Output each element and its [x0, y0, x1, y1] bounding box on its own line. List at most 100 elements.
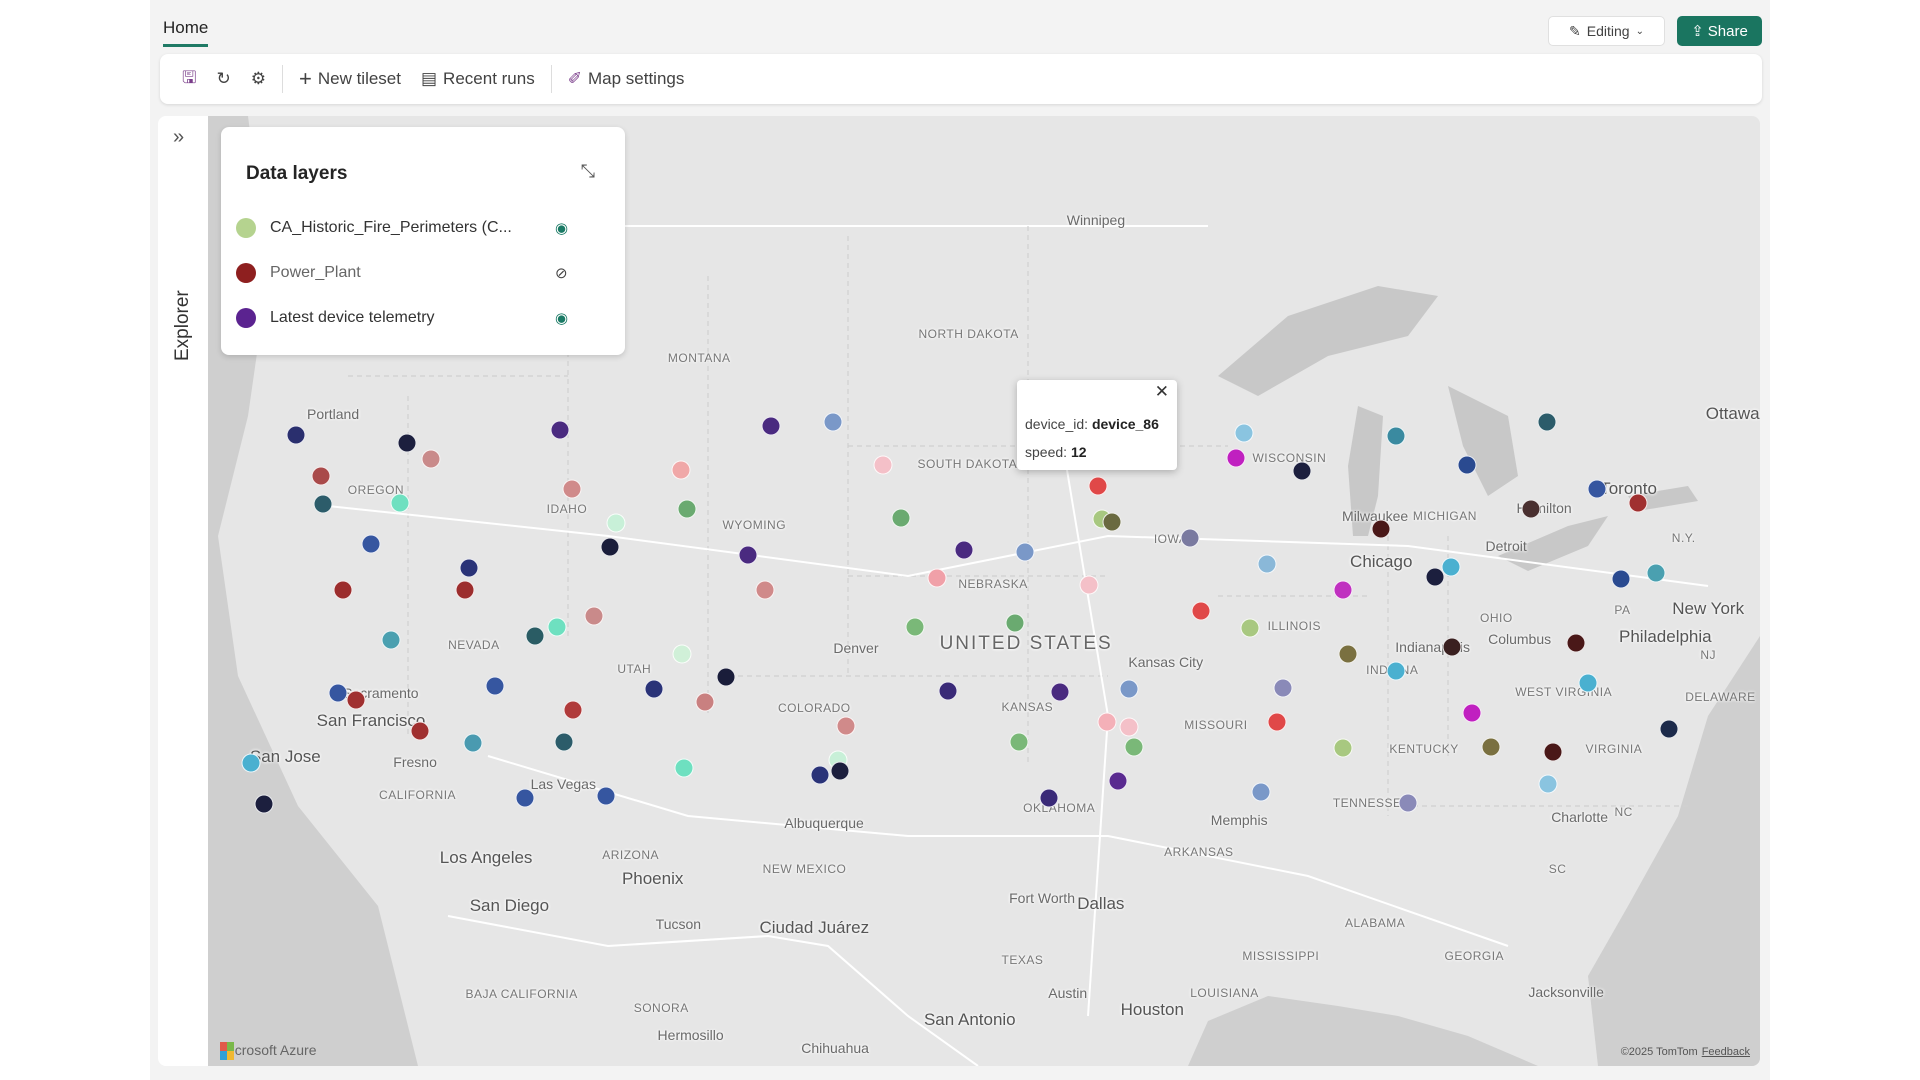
- device-marker[interactable]: [1537, 412, 1557, 432]
- device-marker[interactable]: [547, 617, 567, 637]
- device-marker[interactable]: [562, 479, 582, 499]
- device-marker[interactable]: [563, 700, 583, 720]
- device-marker[interactable]: [421, 449, 441, 469]
- device-marker[interactable]: [1119, 679, 1139, 699]
- device-marker[interactable]: [1240, 618, 1260, 638]
- device-marker[interactable]: [1398, 793, 1418, 813]
- recent-runs-button[interactable]: ▤ Recent runs: [413, 65, 543, 93]
- device-marker[interactable]: [1119, 717, 1139, 737]
- device-marker[interactable]: [1267, 712, 1287, 732]
- device-marker[interactable]: [1257, 554, 1277, 574]
- device-marker[interactable]: [716, 667, 736, 687]
- device-marker[interactable]: [286, 425, 306, 445]
- device-marker[interactable]: [381, 630, 401, 650]
- device-marker[interactable]: [1108, 771, 1128, 791]
- layer-item[interactable]: Power_Plant ⊘: [235, 258, 605, 288]
- device-marker[interactable]: [1442, 637, 1462, 657]
- device-marker[interactable]: [1180, 528, 1200, 548]
- device-marker[interactable]: [254, 794, 274, 814]
- device-marker[interactable]: [674, 758, 694, 778]
- device-marker[interactable]: [1441, 557, 1461, 577]
- device-marker[interactable]: [1538, 774, 1558, 794]
- device-marker[interactable]: [346, 690, 366, 710]
- layer-item[interactable]: Latest device telemetry ◉: [235, 303, 605, 333]
- device-marker[interactable]: [328, 683, 348, 703]
- device-marker[interactable]: [1050, 682, 1070, 702]
- device-marker[interactable]: [606, 513, 626, 533]
- eye-icon[interactable]: ◉: [555, 219, 568, 237]
- device-marker[interactable]: [1371, 519, 1391, 539]
- editing-mode-dropdown[interactable]: ✎ Editing ⌄: [1548, 16, 1665, 46]
- share-button[interactable]: ⇪ Share: [1677, 16, 1762, 46]
- device-marker[interactable]: [554, 732, 574, 752]
- device-marker[interactable]: [1079, 575, 1099, 595]
- feedback-link[interactable]: Feedback: [1702, 1046, 1750, 1058]
- device-marker[interactable]: [1124, 737, 1144, 757]
- device-marker[interactable]: [1338, 644, 1358, 664]
- device-marker[interactable]: [1191, 601, 1211, 621]
- device-marker[interactable]: [1628, 493, 1648, 513]
- device-marker[interactable]: [1333, 738, 1353, 758]
- device-marker[interactable]: [463, 733, 483, 753]
- device-marker[interactable]: [1273, 678, 1293, 698]
- device-marker[interactable]: [1481, 737, 1501, 757]
- device-marker[interactable]: [1333, 580, 1353, 600]
- eye-icon[interactable]: ◉: [555, 309, 568, 327]
- device-marker[interactable]: [1587, 479, 1607, 499]
- device-marker[interactable]: [525, 626, 545, 645]
- device-marker[interactable]: [938, 681, 958, 701]
- eye-off-icon[interactable]: ⊘: [555, 264, 568, 282]
- device-marker[interactable]: [905, 617, 925, 637]
- tab-home[interactable]: Home: [163, 18, 209, 47]
- device-marker[interactable]: [830, 761, 850, 781]
- device-marker[interactable]: [1005, 613, 1025, 633]
- device-marker[interactable]: [410, 721, 430, 741]
- device-marker[interactable]: [761, 416, 781, 436]
- device-marker[interactable]: [823, 412, 843, 432]
- new-tileset-button[interactable]: + New tileset: [291, 62, 409, 96]
- device-marker[interactable]: [891, 508, 911, 528]
- collapse-icon[interactable]: ⤡: [581, 161, 595, 182]
- close-icon[interactable]: ✕: [1155, 382, 1169, 402]
- device-marker[interactable]: [836, 716, 856, 736]
- device-marker[interactable]: [397, 433, 417, 453]
- device-marker[interactable]: [1039, 788, 1059, 808]
- device-marker[interactable]: [1457, 455, 1477, 475]
- device-marker[interactable]: [1251, 782, 1271, 802]
- device-marker[interactable]: [1102, 512, 1122, 532]
- device-marker[interactable]: [695, 692, 715, 712]
- refresh-icon[interactable]: ↻: [208, 65, 238, 93]
- device-marker[interactable]: [1425, 567, 1445, 587]
- device-marker[interactable]: [361, 534, 381, 554]
- device-marker[interactable]: [927, 568, 947, 588]
- device-marker[interactable]: [873, 455, 893, 475]
- device-marker[interactable]: [1009, 732, 1029, 752]
- device-marker[interactable]: [313, 494, 333, 514]
- layer-item[interactable]: CA_Historic_Fire_Perimeters (C... ◉: [235, 213, 605, 243]
- device-marker[interactable]: [1543, 742, 1563, 762]
- device-marker[interactable]: [954, 540, 974, 560]
- device-marker[interactable]: [644, 679, 664, 699]
- device-marker[interactable]: [241, 753, 261, 773]
- device-marker[interactable]: [1088, 476, 1108, 496]
- device-marker[interactable]: [459, 558, 479, 578]
- device-marker[interactable]: [485, 676, 505, 696]
- device-marker[interactable]: [738, 545, 758, 565]
- device-marker[interactable]: [1226, 448, 1246, 468]
- device-marker[interactable]: [672, 644, 692, 664]
- device-marker[interactable]: [333, 580, 353, 600]
- device-marker[interactable]: [455, 580, 475, 600]
- save-icon[interactable]: 🖫: [174, 61, 204, 98]
- device-marker[interactable]: [1386, 426, 1406, 446]
- explorer-label[interactable]: Explorer: [172, 290, 194, 361]
- device-marker[interactable]: [515, 788, 535, 808]
- device-marker[interactable]: [1578, 673, 1598, 693]
- device-marker[interactable]: [1659, 719, 1679, 739]
- device-marker[interactable]: [596, 786, 616, 806]
- device-marker[interactable]: [600, 537, 620, 557]
- device-marker[interactable]: [550, 420, 570, 440]
- expand-icon[interactable]: »: [173, 126, 184, 149]
- device-marker[interactable]: [1521, 499, 1541, 519]
- device-marker[interactable]: [677, 499, 697, 519]
- device-marker[interactable]: [1015, 542, 1035, 562]
